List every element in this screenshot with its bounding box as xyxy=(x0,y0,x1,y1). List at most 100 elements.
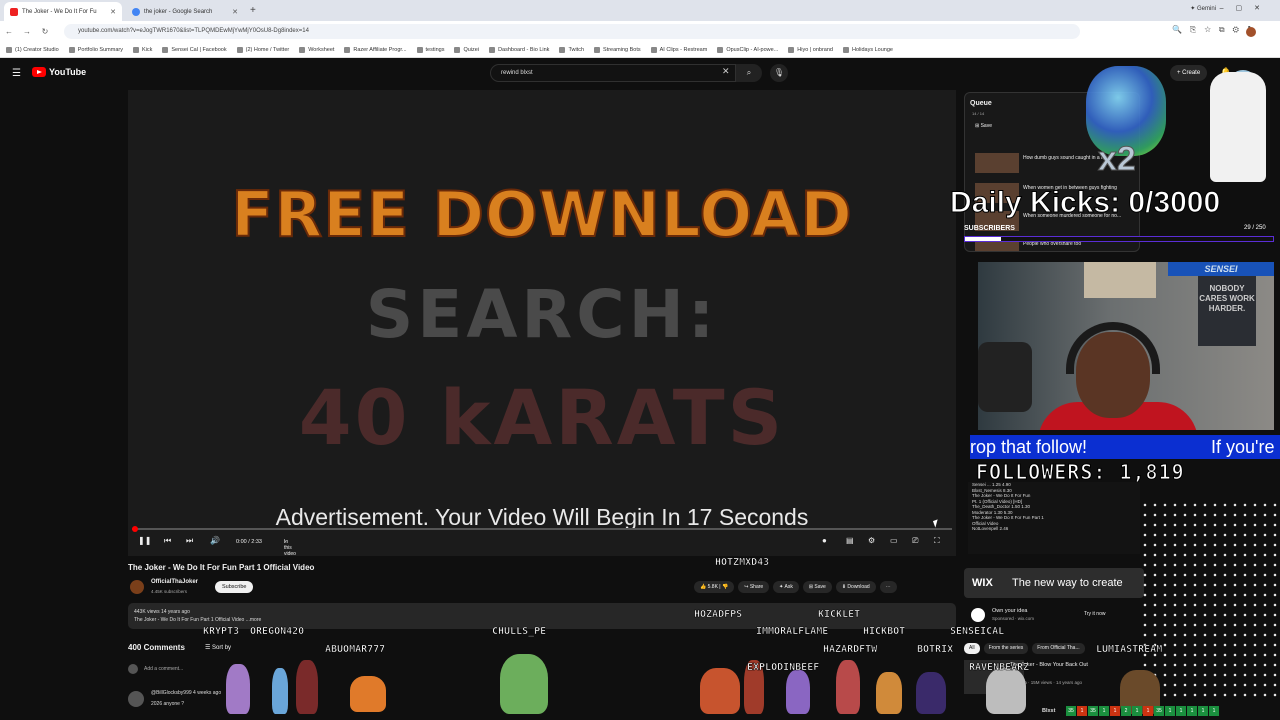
more-actions-icon[interactable]: ⋯ xyxy=(879,581,897,593)
like-button[interactable]: 👍 5.8K | 👎 xyxy=(694,581,735,593)
browser-tab-google[interactable]: the joker - Google Search ✕ xyxy=(126,2,244,21)
bookmark-label: Portfolio Summary xyxy=(77,46,123,53)
footer-stats-strip: 35 1 35 1 1 2 1 1 35 1 1 1 1 1 xyxy=(1066,706,1219,720)
bookmark-item[interactable]: Holidays Lounge xyxy=(842,46,893,53)
add-comment-input[interactable]: Add a comment... xyxy=(144,666,183,672)
video-text-free-download: FREE DOWNLOAD xyxy=(230,177,853,252)
previous-icon[interactable]: ⏮ xyxy=(164,536,171,546)
cast-icon[interactable]: ⎚ xyxy=(912,536,918,546)
comment-author[interactable]: @BillGlocksby999 4 weeks ago xyxy=(151,690,221,696)
bookmark-item[interactable]: Streaming Bots xyxy=(594,46,641,53)
bookmark-item[interactable]: Sensei Cal | Facebook xyxy=(162,46,227,53)
voice-search-icon[interactable]: 🎙 xyxy=(770,64,788,82)
new-tab-icon[interactable]: + xyxy=(250,5,256,16)
bookmark-label: Sensei Cal | Facebook xyxy=(171,46,227,53)
bookmark-item[interactable]: Twitch xyxy=(559,46,584,53)
chip-from-channel[interactable]: From Official Tha... xyxy=(1032,643,1085,654)
volume-icon[interactable]: 🔊 xyxy=(210,536,220,545)
scrubber-handle[interactable] xyxy=(132,526,138,532)
comments-count: 400 Comments xyxy=(128,643,185,652)
reload-icon[interactable]: ↻ xyxy=(36,27,54,36)
pause-icon[interactable]: ❚❚ xyxy=(138,536,151,545)
chip-from-series[interactable]: From the series xyxy=(983,643,1029,654)
next-icon[interactable]: ⏭ xyxy=(186,536,193,546)
chatter-sprite xyxy=(836,660,860,714)
settings-gear-icon[interactable]: ⚙ xyxy=(868,536,875,545)
bookmark-item[interactable]: Razer Affiliate Progr... xyxy=(344,46,407,53)
bookmark-item[interactable]: AI Clips - Restream xyxy=(650,46,707,53)
bookmarks-bar: (1) Creator Studio Portfolio Summary Kick S… xyxy=(0,42,1280,58)
chip-all[interactable]: All xyxy=(964,643,980,654)
bookmark-icon xyxy=(344,46,351,53)
subtitles-icon[interactable]: ▤ xyxy=(846,536,854,545)
footer-label: Blxst xyxy=(1042,708,1056,714)
bookmark-item[interactable]: Portfolio Summary xyxy=(68,46,123,53)
bookmark-item[interactable]: OpusClip - AI-powe... xyxy=(717,46,778,53)
bookmark-item[interactable]: (2) Home / Twitter xyxy=(236,46,289,53)
video-progress-bar[interactable] xyxy=(132,526,952,532)
bookmark-item[interactable]: Dashboard - Bio Link xyxy=(489,46,550,53)
logo-text: YouTube xyxy=(49,67,87,77)
browser-tab-bar: The Joker - We Do It For Fu ✕ the joker … xyxy=(0,0,1280,21)
subscribe-button[interactable]: Subscribe xyxy=(215,581,254,593)
bookmark-item[interactable]: Worksheet xyxy=(299,46,334,53)
url-field[interactable]: youtube.com/watch?v=eJogTWR1670&list=TLP… xyxy=(64,24,1080,39)
channel-name[interactable]: OfficialThaJoker xyxy=(151,579,198,585)
close-tab-icon[interactable]: ✕ xyxy=(110,8,116,16)
comment-text: 2026 anyone ? xyxy=(151,701,185,707)
close-tab-icon[interactable]: ✕ xyxy=(232,8,238,16)
bookmark-item[interactable]: Kick xyxy=(132,46,152,53)
sponsored-ad[interactable]: Own your idea Sponsored · wix.com Try it… xyxy=(968,606,1144,626)
wix-ad-banner[interactable]: WIX The new way to create xyxy=(964,568,1144,598)
chapter-label[interactable]: In this video › xyxy=(284,539,296,556)
sort-by-button[interactable]: ☰ Sort by xyxy=(205,644,231,651)
video-player[interactable]: FREE DOWNLOAD SEARCH: 40 kARATS Advertis… xyxy=(128,90,956,556)
bookmark-icon xyxy=(650,46,657,53)
gemini-button[interactable]: ✦ Gemini xyxy=(1190,5,1216,12)
chatter-name: HICKBOT xyxy=(863,626,906,638)
profile-avatar[interactable] xyxy=(1246,27,1256,37)
bookmark-item[interactable]: Quizei xyxy=(454,46,479,53)
wix-tagline: The new way to create xyxy=(1012,577,1123,589)
bookmark-icon xyxy=(788,46,795,53)
chatter-name: RAVENBEARZ xyxy=(969,662,1030,674)
download-button[interactable]: ⬇ Download xyxy=(835,581,876,593)
address-bar-row: ← → ↻ youtube.com/watch?v=eJogTWR1670&li… xyxy=(0,21,1280,42)
wix-logo: WIX xyxy=(972,577,993,589)
bookmark-item[interactable]: Hiyo | onbrand xyxy=(788,46,833,53)
clear-search-icon[interactable]: ✕ xyxy=(722,66,730,77)
chatter-sprite xyxy=(350,676,386,712)
back-icon[interactable]: ← xyxy=(0,27,18,36)
youtube-logo[interactable]: YouTube xyxy=(32,67,86,77)
bookmark-label: Dashboard - Bio Link xyxy=(498,46,550,53)
bookmark-item[interactable]: testings xyxy=(416,46,444,53)
menu-icon[interactable]: ☰ xyxy=(12,68,21,79)
bookmark-item[interactable]: (1) Creator Studio xyxy=(6,46,59,53)
chatter-name: HOTZMXD43 xyxy=(715,557,770,569)
bookmark-label: Holidays Lounge xyxy=(851,46,893,53)
tab-label: The Joker - We Do It For Fu xyxy=(22,8,97,15)
save-button[interactable]: ⊞ Save xyxy=(802,581,832,593)
autoplay-toggle-icon[interactable]: ● xyxy=(822,536,827,545)
sponsor-icon xyxy=(971,608,985,622)
ask-button[interactable]: ✦ Ask xyxy=(773,581,799,593)
bookmark-label: Streaming Bots xyxy=(603,46,641,53)
player-controls: ❚❚ ⏮ ⏭ 🔊 0:00 / 2:33 In this video › ● ▤… xyxy=(134,536,950,556)
browser-tab-youtube[interactable]: The Joker - We Do It For Fu ✕ xyxy=(4,2,122,21)
share-button[interactable]: ↪ Share xyxy=(738,581,770,593)
channel-avatar[interactable] xyxy=(130,580,144,594)
fullscreen-icon[interactable]: ⛶ xyxy=(934,536,940,546)
commenter-avatar[interactable] xyxy=(128,691,144,707)
search-button[interactable]: ⌕ xyxy=(736,64,762,82)
stream-banner: SENSEI xyxy=(1168,262,1274,276)
search-input[interactable]: rewind blxst xyxy=(490,64,736,82)
create-button[interactable]: + Create xyxy=(1170,65,1208,81)
miniplayer-icon[interactable]: ▭ xyxy=(890,536,898,545)
try-it-now-button[interactable]: Try it now xyxy=(1084,611,1105,617)
forward-icon[interactable]: → xyxy=(18,27,36,36)
queue-save-button[interactable]: ⊞ Save xyxy=(975,123,992,129)
queue-item-title: How dumb guys sound caught in a lie xyxy=(1023,155,1107,161)
daily-kicks-goal: Daily Kicks: 0/3000 xyxy=(949,186,1221,220)
window-controls[interactable]: –▢✕ xyxy=(1220,4,1272,12)
sponsor-title: Own your idea xyxy=(992,608,1028,614)
